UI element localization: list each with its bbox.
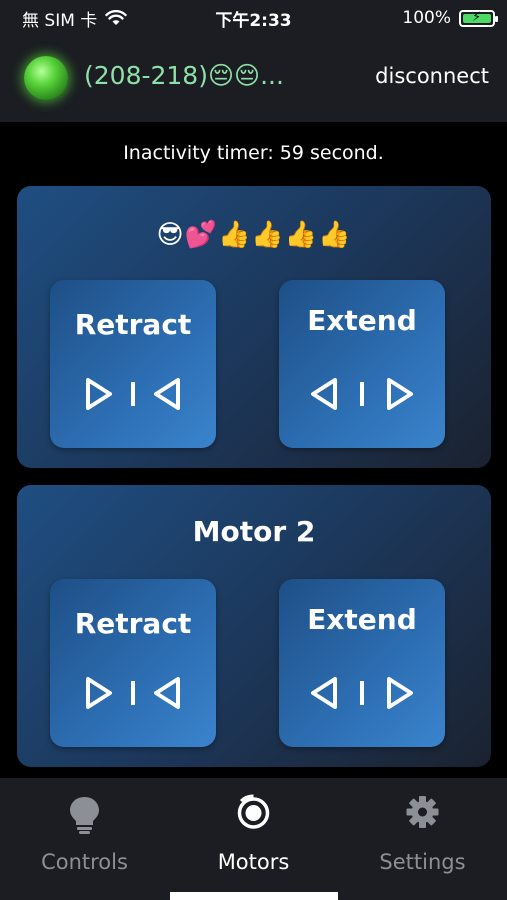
status-left: 無 SIM 卡 (0, 6, 127, 31)
retract-arrows-icon (86, 677, 180, 709)
retract-label: Retract (74, 607, 192, 640)
retract-button-motor-2[interactable]: Retract (50, 579, 216, 747)
gear-icon (406, 796, 439, 828)
wifi-icon (105, 10, 127, 25)
motor-card-title: Motor 2 (192, 515, 316, 548)
motor-icon (237, 794, 270, 829)
tab-settings[interactable]: Settings (338, 778, 507, 900)
motor-card-title: 😎💕👍👍👍👍 (156, 220, 352, 250)
retract-label: Retract (74, 308, 192, 341)
status-right: 100% ⚡ (402, 8, 507, 28)
battery-icon: ⚡ (459, 9, 498, 27)
extend-button-motor-1[interactable]: Extend (279, 280, 445, 448)
extend-label: Extend (307, 304, 417, 337)
tab-label: Controls (41, 850, 128, 874)
tab-label: Settings (379, 850, 466, 874)
lightbulb-icon (70, 797, 99, 834)
inactivity-timer: Inactivity timer: 59 second. (123, 142, 384, 164)
connection-status-led (24, 56, 68, 100)
tab-bar: Controls Motors Settings (0, 778, 507, 900)
extend-button-motor-2[interactable]: Extend (279, 579, 445, 747)
tab-controls[interactable]: Controls (0, 778, 169, 900)
retract-button-motor-1[interactable]: Retract (50, 280, 216, 448)
tab-label: Motors (217, 850, 290, 874)
retract-arrows-icon (86, 378, 180, 410)
status-bar: 無 SIM 卡 下午2:33 100% ⚡ (0, 0, 507, 36)
extend-arrows-icon (311, 378, 413, 410)
device-title: (208-218)😔😔... (84, 61, 284, 90)
active-tab-indicator (170, 892, 338, 900)
disconnect-button[interactable]: disconnect (375, 64, 489, 88)
tab-motors[interactable]: Motors (169, 778, 338, 900)
motor-card-1: 😎💕👍👍👍👍 Retract Extend (17, 186, 491, 468)
carrier-label: 無 SIM 卡 (22, 10, 98, 31)
header-bar: (208-218)😔😔... disconnect (0, 36, 507, 122)
battery-percent: 100% (402, 8, 451, 28)
motor-card-2: Motor 2 Retract Extend (17, 485, 491, 767)
extend-arrows-icon (311, 677, 413, 709)
extend-label: Extend (307, 603, 417, 636)
